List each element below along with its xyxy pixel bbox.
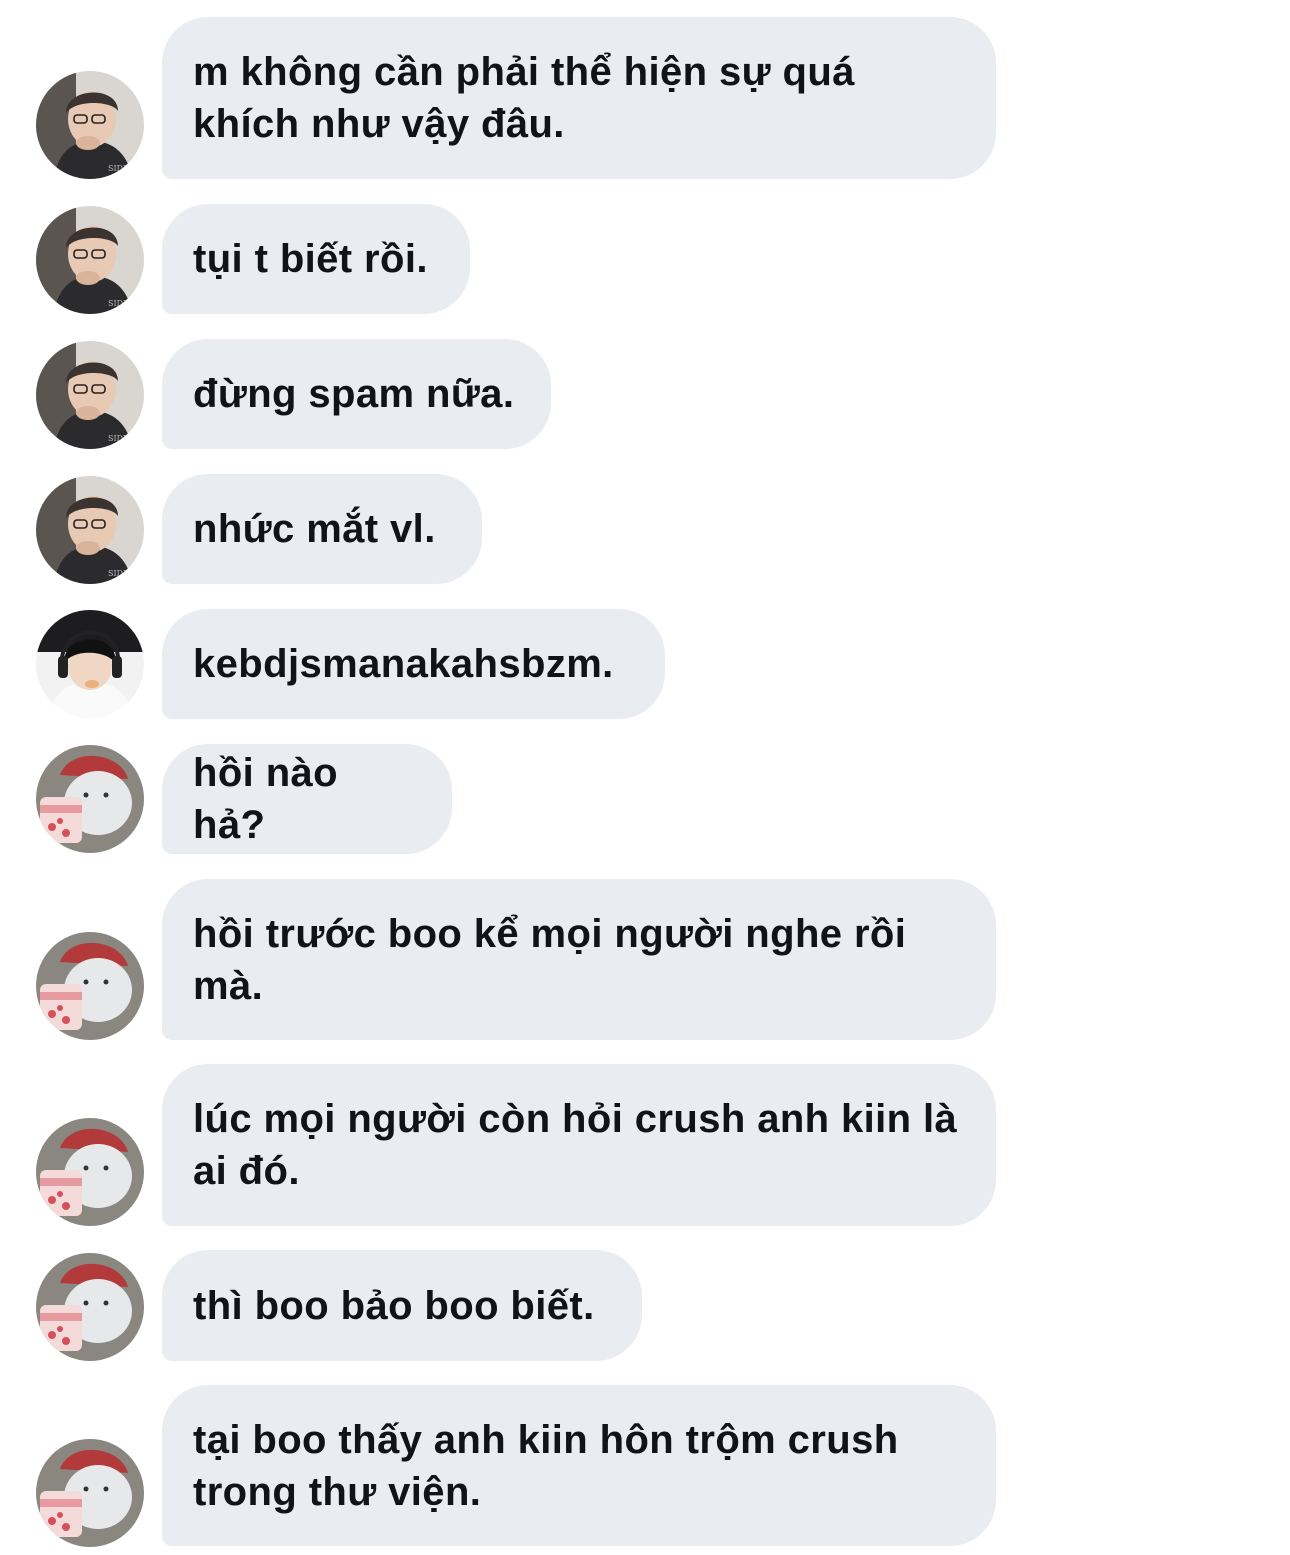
message-bubble[interactable]: tại boo thấy anh kiin hôn trộm crush tro… xyxy=(162,1385,996,1546)
boy-with-glasses-avatar[interactable]: SIDE xyxy=(36,206,144,314)
boy-with-glasses-avatar[interactable]: SIDE xyxy=(36,71,144,179)
message-bubble[interactable]: nhức mắt vl. xyxy=(162,474,482,584)
message-text: hồi nào hả? xyxy=(193,751,350,847)
message-bubble[interactable]: kebdjsmanakahsbzm. xyxy=(162,609,665,719)
bear-with-ice-cream-avatar[interactable] xyxy=(36,1439,144,1547)
boy-with-glasses-avatar[interactable]: SIDE xyxy=(36,341,144,449)
boy-with-glasses-avatar[interactable]: SIDE xyxy=(36,476,144,584)
message-text: lúc mọi người còn hỏi crush anh kiin là … xyxy=(193,1097,958,1193)
bear-with-ice-cream-avatar[interactable] xyxy=(36,932,144,1040)
message-bubble[interactable]: tụi t biết rồi. xyxy=(162,204,470,314)
bear-with-ice-cream-avatar[interactable] xyxy=(36,745,144,853)
bear-with-ice-cream-avatar[interactable] xyxy=(36,1118,144,1226)
message-text: thì boo bảo boo biết. xyxy=(193,1283,595,1328)
message-text: m không cần phải thể hiện sự quá khích n… xyxy=(193,50,855,146)
message-bubble[interactable]: hồi trước boo kể mọi người nghe rồi mà. xyxy=(162,879,996,1040)
message-text: kebdjsmanakahsbzm. xyxy=(193,642,614,686)
message-text: tại boo thấy anh kiin hôn trộm crush tro… xyxy=(193,1417,899,1514)
message-text: đừng spam nữa. xyxy=(193,372,515,416)
message-text: tụi t biết rồi. xyxy=(193,237,428,281)
message-bubble[interactable]: đừng spam nữa. xyxy=(162,339,551,449)
svg-text:SIDE: SIDE xyxy=(108,164,129,173)
boy-with-headphones-avatar[interactable] xyxy=(36,610,144,718)
message-bubble[interactable]: thì boo bảo boo biết. xyxy=(162,1250,642,1361)
message-text: nhức mắt vl. xyxy=(193,507,436,551)
bear-with-ice-cream-avatar[interactable] xyxy=(36,1253,144,1361)
message-bubble[interactable]: m không cần phải thể hiện sự quá khích n… xyxy=(162,17,996,179)
svg-text:SIDE: SIDE xyxy=(108,434,129,443)
svg-text:SIDE: SIDE xyxy=(108,569,129,578)
message-bubble[interactable]: lúc mọi người còn hỏi crush anh kiin là … xyxy=(162,1064,996,1226)
svg-text:SIDE: SIDE xyxy=(108,299,129,308)
message-text: hồi trước boo kể mọi người nghe rồi mà. xyxy=(193,911,907,1008)
message-bubble[interactable]: hồi nào hả? xyxy=(162,744,452,854)
